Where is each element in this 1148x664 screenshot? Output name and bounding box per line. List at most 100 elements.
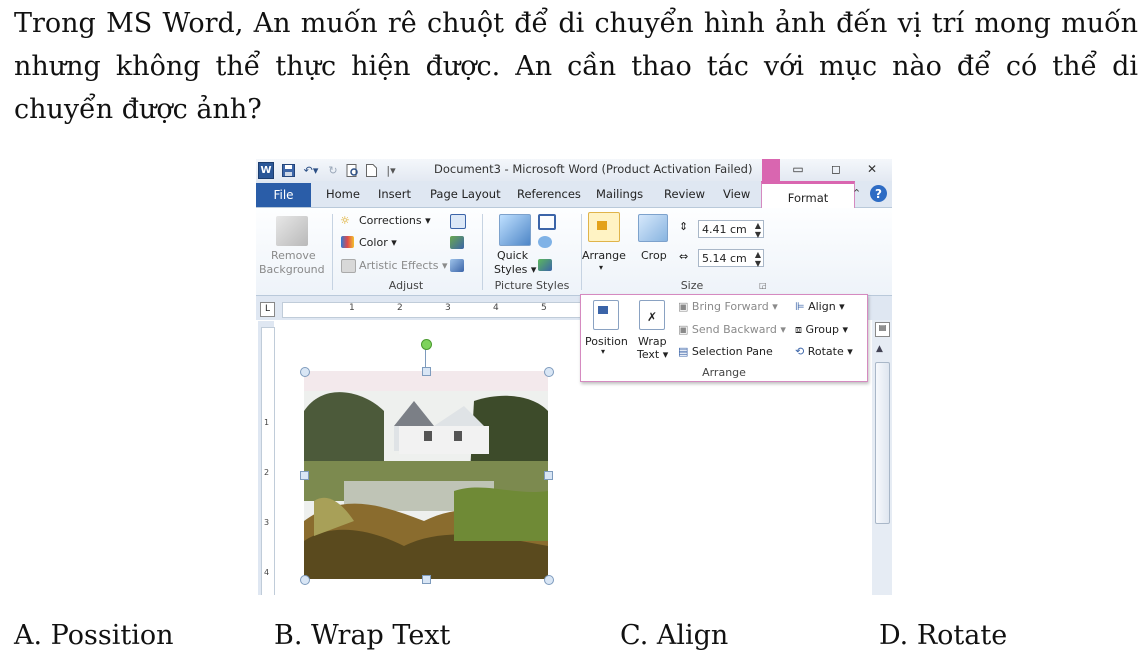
arrange-label[interactable]: Arrange xyxy=(582,249,626,262)
crop-button[interactable]: Crop xyxy=(641,249,667,262)
resize-handle-s[interactable] xyxy=(422,575,431,584)
resize-handle-nw[interactable] xyxy=(300,367,310,377)
print-preview-icon[interactable] xyxy=(344,162,360,178)
wrap-text-button[interactable]: Text ▾ xyxy=(637,348,668,361)
resize-handle-sw[interactable] xyxy=(300,575,310,585)
corrections-button[interactable]: Corrections ▾ xyxy=(359,214,431,227)
group-button[interactable]: ⧈ Group ▾ xyxy=(795,323,848,337)
picture-layout-icon[interactable] xyxy=(538,259,552,271)
tab-page-layout[interactable]: Page Layout xyxy=(430,187,501,201)
color-button[interactable]: Color ▾ xyxy=(359,236,397,249)
artistic-effects-button[interactable]: Artistic Effects ▾ xyxy=(359,259,447,272)
picture-border-icon[interactable] xyxy=(538,214,556,230)
redo-icon[interactable]: ↻ xyxy=(326,162,340,178)
size-dialog-launcher-icon[interactable]: ◲ xyxy=(759,281,767,290)
corrections-label: Corrections xyxy=(359,214,422,227)
resize-handle-ne[interactable] xyxy=(544,367,554,377)
group-label: Group xyxy=(805,323,840,336)
rotate-handle[interactable] xyxy=(421,339,432,350)
ruler-mark: 2 xyxy=(397,303,403,313)
selected-picture[interactable] xyxy=(300,367,554,585)
answer-options: A. Possition B. Wrap Text C. Align D. Ro… xyxy=(0,620,1148,660)
selection-pane-icon: ▤ xyxy=(678,345,689,358)
rotate-button[interactable]: ⟲ Rotate ▾ xyxy=(795,345,853,358)
landscape-image[interactable] xyxy=(304,371,548,579)
send-backward-button[interactable]: ▣ Send Backward ▾ xyxy=(678,323,786,336)
word-window: W ↶▾ ↻ |▾ Document3 - Microsoft Word (Pr… xyxy=(256,159,892,595)
wrap-text-label[interactable]: Wrap xyxy=(638,335,667,348)
change-picture-icon[interactable] xyxy=(450,236,464,249)
arrange-dropdown-icon[interactable]: ▾ xyxy=(599,263,603,272)
close-icon[interactable]: ✕ xyxy=(862,162,882,178)
rotate-label: Rotate xyxy=(807,345,844,358)
picture-tools-indicator xyxy=(762,159,780,181)
shape-height-value: 4.41 cm xyxy=(702,223,747,236)
remove-background-label[interactable]: Remove xyxy=(271,249,316,262)
option-b[interactable]: B. Wrap Text xyxy=(274,620,450,651)
color-label: Color xyxy=(359,236,388,249)
tab-review[interactable]: Review xyxy=(664,187,705,201)
minimize-ribbon-icon[interactable]: ⌃ xyxy=(852,187,861,200)
tab-file[interactable]: File xyxy=(256,183,311,207)
help-icon[interactable]: ? xyxy=(870,185,887,202)
new-document-icon[interactable] xyxy=(364,162,378,178)
position-dropdown-icon[interactable]: ▾ xyxy=(601,347,605,356)
customize-qat-icon[interactable]: |▾ xyxy=(384,162,398,178)
quick-styles-button[interactable]: Styles ▾ xyxy=(494,263,536,276)
shape-width-input[interactable]: 5.14 cm ▲ ▼ xyxy=(698,249,764,268)
align-button[interactable]: ⊫ Align ▾ xyxy=(795,300,845,313)
tab-format[interactable]: Format xyxy=(761,181,855,211)
shape-height-input[interactable]: 4.41 cm ▲ ▼ xyxy=(698,220,764,239)
position-icon xyxy=(593,300,619,330)
selection-pane-label: Selection Pane xyxy=(691,345,773,358)
restore-icon[interactable]: ◻ xyxy=(826,162,846,178)
scroll-thumb[interactable] xyxy=(875,362,890,524)
option-a[interactable]: A. Possition xyxy=(14,620,173,651)
height-spinner[interactable]: ▲ ▼ xyxy=(755,221,761,239)
position-button[interactable]: Position xyxy=(585,335,628,348)
adjust-group-label: Adjust xyxy=(388,279,424,292)
picture-styles-group-label: Picture Styles xyxy=(494,279,570,292)
tab-view[interactable]: View xyxy=(723,187,750,201)
tab-selector[interactable]: L xyxy=(260,302,275,317)
artistic-effects-icon xyxy=(341,259,356,273)
bring-forward-button[interactable]: ▣ Bring Forward ▾ xyxy=(678,300,778,313)
option-d[interactable]: D. Rotate xyxy=(879,620,1007,651)
remove-background-label-2[interactable]: Background xyxy=(259,263,325,276)
position-icon-shape xyxy=(598,306,608,314)
divider xyxy=(482,214,483,290)
ruler-mark: 4 xyxy=(493,303,499,313)
scroll-up-icon[interactable]: ▲ xyxy=(876,344,883,354)
compress-pictures-icon[interactable] xyxy=(450,214,466,229)
quick-styles-label[interactable]: Quick xyxy=(497,249,528,262)
reset-picture-icon[interactable] xyxy=(450,259,464,272)
align-icon: ⊫ xyxy=(795,300,805,313)
save-icon[interactable] xyxy=(280,162,296,178)
option-c[interactable]: C. Align xyxy=(620,620,728,651)
ruler-toggle-icon[interactable]: ▤ xyxy=(875,322,890,337)
arrange-button[interactable] xyxy=(588,212,620,242)
artistic-effects-label: Artistic Effects xyxy=(359,259,439,272)
resize-handle-w[interactable] xyxy=(300,471,309,480)
selection-pane-button[interactable]: ▤ Selection Pane xyxy=(678,345,773,358)
vertical-scrollbar[interactable]: ▤ ▲ xyxy=(872,320,892,595)
ruler-mark: 4 xyxy=(264,568,270,577)
horizontal-ruler[interactable]: 1 2 3 4 5 xyxy=(282,302,584,318)
shape-width-value: 5.14 cm xyxy=(702,252,747,265)
tab-mailings[interactable]: Mailings xyxy=(596,187,643,201)
arrange-icon xyxy=(597,221,607,230)
undo-icon[interactable]: ↶▾ xyxy=(300,162,322,178)
tab-insert[interactable]: Insert xyxy=(378,187,411,201)
picture-effects-icon[interactable] xyxy=(538,236,552,248)
tab-home[interactable]: Home xyxy=(326,187,360,201)
resize-handle-se[interactable] xyxy=(544,575,554,585)
minimize-icon[interactable]: ▭ xyxy=(788,162,808,178)
resize-handle-n[interactable] xyxy=(422,367,431,376)
corrections-icon: ☼ xyxy=(340,214,350,227)
resize-handle-e[interactable] xyxy=(544,471,553,480)
shape-width-icon: ⇔ xyxy=(679,250,689,263)
ruler-mark: 2 xyxy=(264,468,270,477)
tab-references[interactable]: References xyxy=(517,187,581,201)
wrap-text-icon-glyph: ✗ xyxy=(647,310,658,324)
width-spinner[interactable]: ▲ ▼ xyxy=(755,250,761,268)
